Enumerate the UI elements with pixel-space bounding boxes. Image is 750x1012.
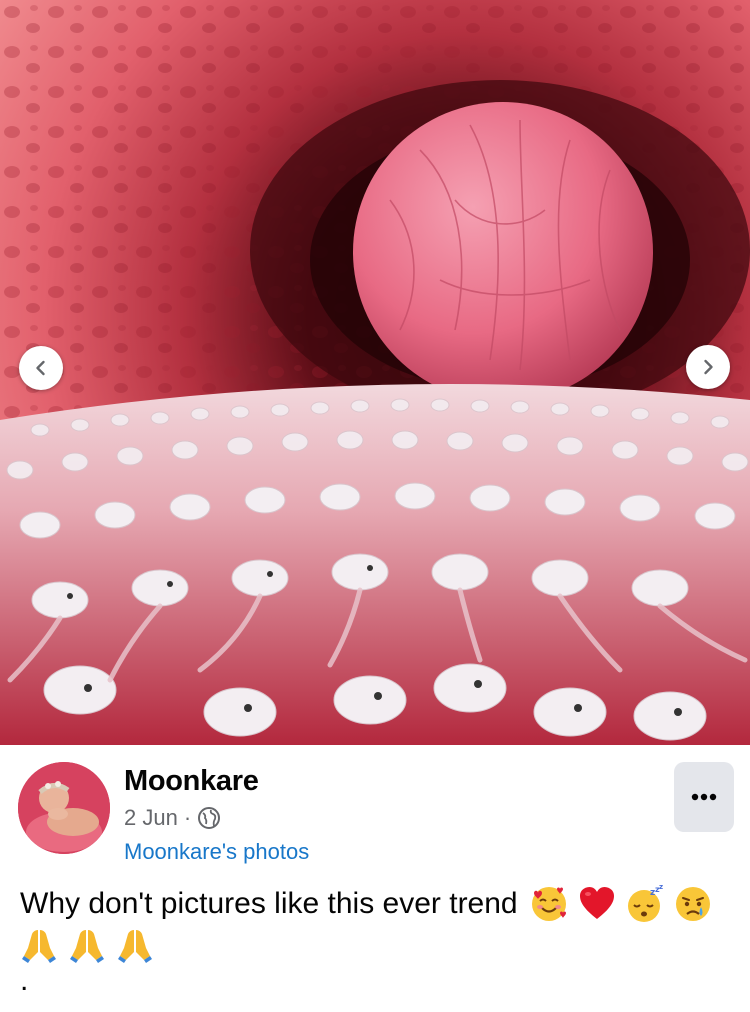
svg-text:z: z	[659, 885, 663, 891]
caption-line-2	[20, 926, 745, 964]
more-options-button[interactable]	[674, 762, 734, 832]
post-meta: 2 Jun ·	[124, 805, 221, 831]
crying-face-icon	[674, 885, 712, 923]
caption-line-1: Why don't pictures like this ever trend	[20, 882, 745, 926]
next-photo-button[interactable]	[686, 345, 730, 389]
post-header: Moonkare 2 Jun · Moonkare's photos	[0, 745, 750, 870]
previous-photo-button[interactable]	[19, 346, 63, 390]
caption-trailing-dot: .	[20, 964, 29, 997]
smiling-face-with-hearts-icon	[530, 885, 568, 923]
sleeping-face-icon: z z z	[626, 885, 664, 923]
album-link[interactable]: Moonkare's photos	[124, 839, 309, 865]
post-photo[interactable]	[0, 0, 750, 745]
meta-separator: ·	[183, 805, 192, 830]
globe-icon	[197, 806, 221, 830]
chevron-right-icon	[704, 359, 713, 375]
more-dots-icon	[691, 793, 717, 801]
folded-hands-icon	[68, 926, 106, 964]
post-caption: Why don't pictures like this ever trend	[20, 882, 745, 996]
caption-text: Why don't pictures like this ever trend	[20, 887, 518, 920]
chevron-left-icon	[36, 360, 45, 376]
folded-hands-icon	[116, 926, 154, 964]
photo-illustration	[0, 0, 750, 745]
author-name[interactable]: Moonkare	[124, 765, 259, 798]
avatar[interactable]	[18, 762, 110, 854]
post-date[interactable]: 2 Jun	[124, 805, 178, 831]
red-heart-icon	[578, 885, 616, 923]
folded-hands-icon	[20, 926, 58, 964]
